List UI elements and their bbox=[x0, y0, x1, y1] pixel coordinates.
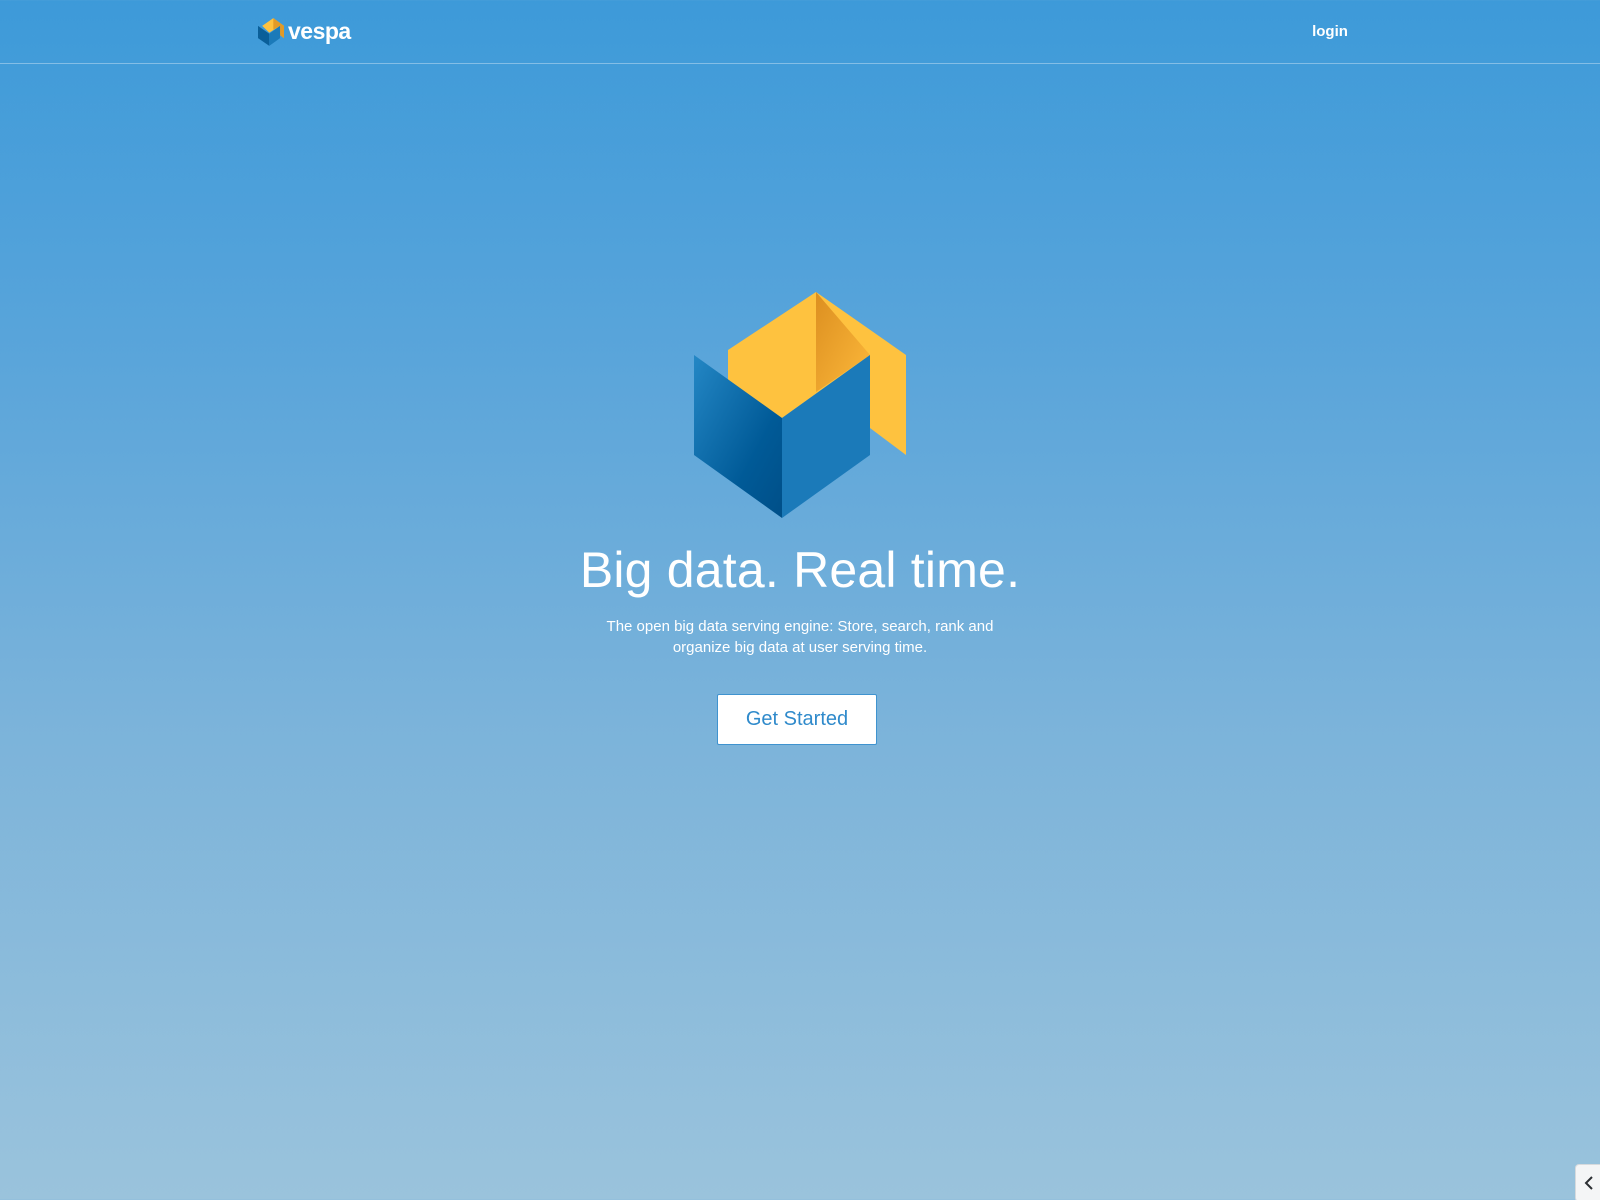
hero-subtitle: The open big data serving engine: Store,… bbox=[606, 618, 994, 656]
brand-home-link[interactable]: vespa bbox=[258, 16, 351, 48]
hero-title: Big data. Real time. bbox=[579, 542, 1021, 598]
brand-name: vespa bbox=[288, 18, 351, 44]
vespa-cube-logo-icon bbox=[694, 292, 906, 518]
chevron-left-icon bbox=[1584, 1176, 1593, 1190]
side-panel-toggle-button[interactable] bbox=[1575, 1164, 1600, 1200]
get-started-button[interactable]: Get Started bbox=[717, 694, 877, 745]
vespa-cube-logo-icon bbox=[258, 18, 284, 46]
top-navigation-bar: vespa login bbox=[0, 0, 1600, 64]
login-link[interactable]: login bbox=[1300, 20, 1360, 44]
